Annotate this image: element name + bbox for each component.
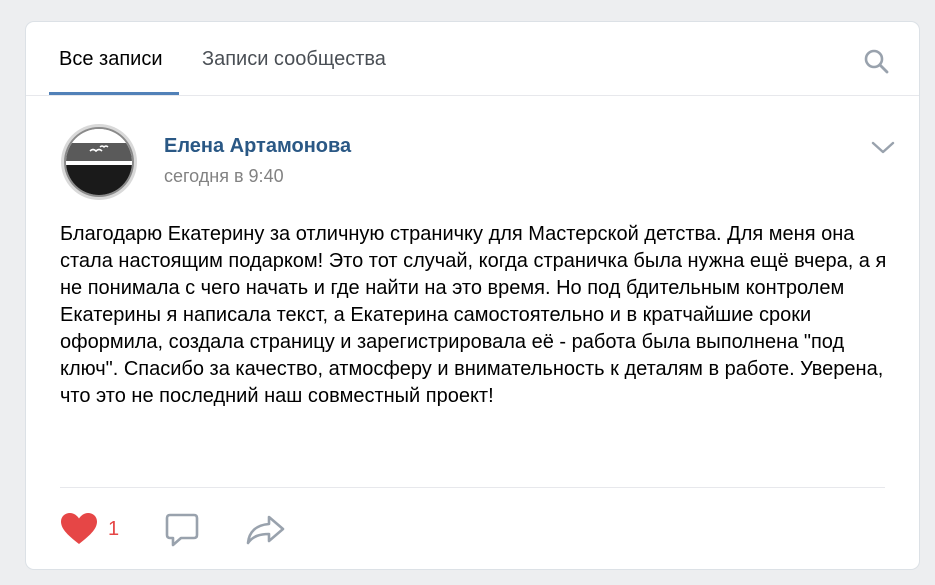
post-actions: 1	[60, 510, 320, 550]
post-card: Все записи Записи сообщества Елена Артам…	[26, 22, 919, 569]
tab-all-posts[interactable]: Все записи	[59, 48, 163, 71]
heart-icon[interactable]	[60, 512, 98, 546]
tab-bar: Все записи Записи сообщества	[26, 22, 919, 96]
share-icon[interactable]	[246, 514, 286, 546]
post-time[interactable]: сегодня в 9:40	[164, 166, 284, 187]
post-text: Благодарю Екатерину за отличную страничк…	[60, 223, 887, 407]
avatar[interactable]	[60, 123, 138, 201]
active-tab-indicator	[49, 92, 179, 95]
like-count: 1	[108, 518, 120, 540]
tab-community-posts[interactable]: Записи сообщества	[202, 48, 386, 71]
search-icon[interactable]	[863, 48, 889, 74]
post-header: Елена Артамонова сегодня в 9:40	[60, 123, 895, 203]
author-name[interactable]: Елена Артамонова	[164, 135, 351, 158]
comment-icon[interactable]	[164, 512, 200, 548]
chevron-down-icon[interactable]	[871, 141, 895, 155]
divider	[60, 487, 885, 488]
